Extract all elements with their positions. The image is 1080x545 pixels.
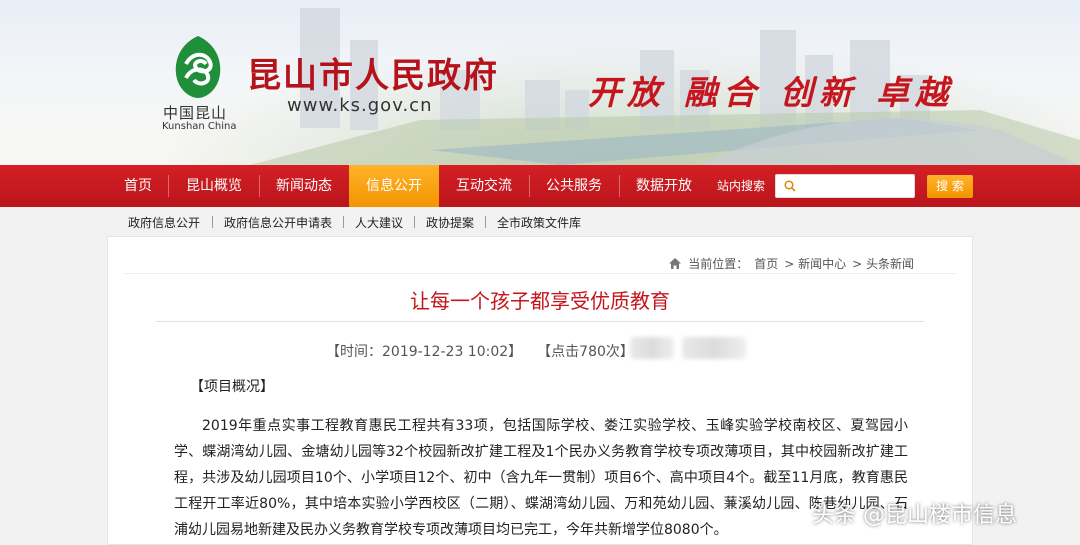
article-clicks: 【点击780次】 [544,344,634,360]
breadcrumb-news-center[interactable]: > 新闻中心 [784,255,846,272]
main-nav: 首页 昆山概览 新闻动态 信息公开 互动交流 公共服务 数据开放 站内搜索 [0,165,1080,207]
breadcrumb-headlines[interactable]: > 头条新闻 [852,255,914,272]
banner-slogan: 开放 融合 创新 卓越 [588,66,972,114]
watermark-text: 头条 @昆山楼市信息 [812,503,1017,528]
site-url: www.ks.gov.cn [287,95,433,116]
logo-chinese-text: 中国昆山 [163,104,228,122]
nav-item-news[interactable]: 新闻动态 [260,165,348,207]
article-title: 让每一个孩子都享受优质教育 [410,289,670,313]
slogan-word: 开放 [588,73,666,112]
subnav-divider [414,216,415,228]
article-paragraph: 2019年重点实事工程教育惠民工程共有33项，包括国际学校、娄江实验学校、玉峰实… [174,418,908,538]
article-time: 【时间：2019-12-23 10:02】 [326,344,523,360]
nav-item-interaction[interactable]: 互动交流 [440,165,528,207]
home-icon [669,258,682,269]
subnav-divider [485,216,486,228]
divider [156,321,924,322]
blurred-share-area [630,337,674,359]
site-title: 昆山市人民政府 [247,56,499,96]
subnav-item-application-form[interactable]: 政府信息公开申请表 [224,214,332,231]
kunshan-logo-icon [175,36,221,98]
logo-english-text: Kunshan China [162,121,237,132]
nav-item-open-data[interactable]: 数据开放 [620,165,708,207]
subnav-item-policy-library[interactable]: 全市政策文件库 [497,214,581,231]
nav-divider [168,175,169,197]
nav-item-info-disclosure[interactable]: 信息公开 [349,165,439,207]
breadcrumb: 当前位置： 首页 > 新闻中心 > 头条新闻 [668,255,914,272]
slogan-word: 融合 [684,73,762,112]
divider [124,273,956,274]
slogan-word: 卓越 [876,73,954,112]
nav-item-home[interactable]: 首页 [110,165,166,207]
breadcrumb-prefix: 当前位置： [688,257,749,271]
article-meta: 【时间：2019-12-23 10:02】 【点击780次】 [326,341,656,361]
breadcrumb-home[interactable]: 首页 [754,255,778,272]
nav-item-public-service[interactable]: 公共服务 [530,165,618,207]
subnav-item-npc-suggestions[interactable]: 人大建议 [355,214,403,231]
blurred-share-area [682,337,746,359]
subnav-item-gov-info[interactable]: 政府信息公开 [128,214,200,231]
nav-item-overview[interactable]: 昆山概览 [170,165,258,207]
subnav-item-cppcc-proposals[interactable]: 政协提案 [426,214,474,231]
sub-nav: 政府信息公开 政府信息公开申请表 人大建议 政协提案 全市政策文件库 [0,207,1080,235]
site-banner: 中国昆山 Kunshan China 昆山市人民政府 www.ks.gov.cn… [0,0,1080,165]
slogan-word: 创新 [780,73,858,112]
search-icon [784,180,796,192]
search-box [775,174,915,198]
search-label: 站内搜索 [717,179,766,193]
subnav-divider [343,216,344,228]
subnav-divider [212,216,213,228]
search-button[interactable]: 搜 索 [927,175,973,198]
section-heading: 【项目概况】 [190,379,274,395]
search-input[interactable] [802,177,910,195]
